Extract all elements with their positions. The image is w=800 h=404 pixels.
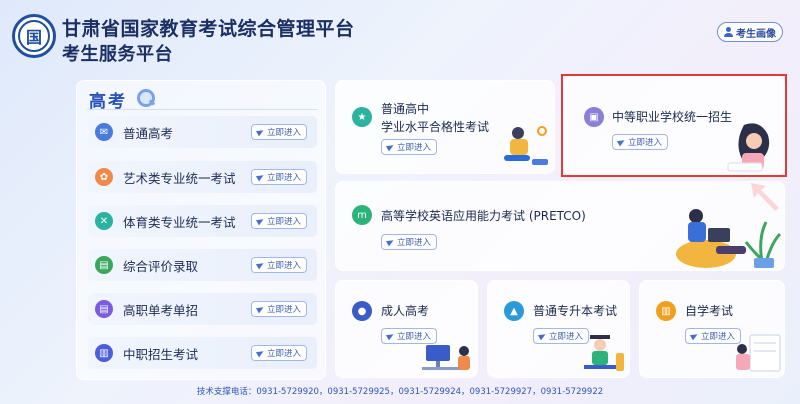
card-title: 成人高考 <box>381 304 430 318</box>
gaokao-item-label: 体育类专业统一考试 <box>123 214 236 230</box>
adult-user-icon: ● <box>352 301 372 321</box>
send-icon <box>539 332 547 340</box>
graduate-icon: ▲ <box>504 301 524 321</box>
sport-icon: ✕ <box>95 212 113 230</box>
enter-label: 立即进入 <box>549 332 584 342</box>
desk-computer-illustration <box>422 345 470 370</box>
send-icon <box>387 143 395 151</box>
send-icon <box>691 332 699 340</box>
send-icon <box>257 261 265 269</box>
graduate-illustration <box>584 335 624 371</box>
self-study-book-icon: ▥ <box>656 301 676 321</box>
candidate-profile-label: 考生画像 <box>736 28 776 40</box>
card-xueye-shuiping[interactable]: ★ 普通高中 学业水平合格性考试 立即进入 <box>335 80 555 174</box>
enter-label: 立即进入 <box>266 217 301 227</box>
enter-label: 立即进入 <box>701 332 736 342</box>
card-zhuanshengben[interactable]: ▲ 普通专升本考试 立即进入 <box>487 280 630 378</box>
card-title: 自学考试 <box>685 304 734 318</box>
gaokao-item-gaozhi[interactable]: ▤ 高职单考单招 立即进入 <box>88 293 317 325</box>
send-icon <box>257 305 265 313</box>
gaokao-panel: 高考 ✉ 普通高考 立即进入 ✿ 艺术类专业统一考试 立即进入 ✕ 体育类专业统… <box>76 80 326 380</box>
candidate-profile-button[interactable]: 考生画像 <box>717 22 783 42</box>
gaokao-item-tiyu[interactable]: ✕ 体育类专业统一考试 立即进入 <box>88 205 317 237</box>
enter-button[interactable]: 立即进入 <box>381 139 438 155</box>
reading-board-illustration <box>736 334 781 372</box>
gaokao-item-zhongzhi[interactable]: ▥ 中职招生考试 立即进入 <box>88 337 317 369</box>
section-divider <box>87 109 317 110</box>
laptop-reading-illustration <box>676 209 782 268</box>
enter-label: 立即进入 <box>266 261 301 271</box>
send-icon <box>257 128 265 136</box>
english-icon: m <box>352 205 372 225</box>
gaokao-item-label: 中职招生考试 <box>123 346 199 362</box>
support-phone-text: 技术支撑电话：0931-5729920，0931-5729925，0931-57… <box>196 387 604 397</box>
gaokao-item-label: 普通高考 <box>123 125 174 141</box>
enter-label: 立即进入 <box>397 143 432 153</box>
card-title: 高等学校英语应用能力考试 (PRETCO) <box>381 209 586 223</box>
send-icon <box>257 217 265 225</box>
enter-button[interactable]: 立即进入 <box>250 345 307 361</box>
send-icon <box>387 332 395 340</box>
card-chengren-gaokao[interactable]: ● 成人高考 立即进入 <box>335 280 478 378</box>
card-pretco[interactable]: m 高等学校英语应用能力考试 (PRETCO) 立即进入 <box>335 181 785 271</box>
mail-icon: ✉ <box>95 123 113 141</box>
card-title: 普通专升本考试 <box>533 304 618 318</box>
site-title: 甘肃省国家教育考试综合管理平台 <box>62 18 355 40</box>
document-icon: ▤ <box>95 256 113 274</box>
highlight-box <box>561 74 787 177</box>
book-icon: ▥ <box>95 344 113 362</box>
send-icon <box>257 349 265 357</box>
gaokao-item-yishu[interactable]: ✿ 艺术类专业统一考试 立即进入 <box>88 161 317 193</box>
logo: 国 <box>12 14 56 58</box>
enter-button[interactable]: 立即进入 <box>250 301 307 317</box>
art-icon: ✿ <box>95 168 113 186</box>
header: 国 甘肃省国家教育考试综合管理平台 考生服务平台 考生画像 <box>0 0 800 72</box>
gaokao-item-label: 高职单考单招 <box>123 302 199 318</box>
enter-button[interactable]: 立即进入 <box>250 169 307 185</box>
enter-label: 立即进入 <box>266 128 301 138</box>
enter-button[interactable]: 立即进入 <box>250 213 307 229</box>
document-icon: ▤ <box>95 300 113 318</box>
send-icon <box>387 238 395 246</box>
user-icon <box>724 27 733 37</box>
card-title-line1: 普通高中 <box>381 102 430 116</box>
enter-button[interactable]: 立即进入 <box>250 124 307 140</box>
gaokao-item-label: 综合评价录取 <box>123 258 199 274</box>
site-subtitle: 考生服务平台 <box>62 44 173 65</box>
enter-label: 立即进入 <box>266 349 301 359</box>
magnifier-decoration-icon <box>133 87 155 109</box>
card-zixue-kaoshi[interactable]: ▥ 自学考试 立即进入 <box>639 280 785 378</box>
enter-button[interactable]: 立即进入 <box>250 257 307 273</box>
gaokao-item-label: 艺术类专业统一考试 <box>123 170 236 186</box>
gaokao-item-zonghe[interactable]: ▤ 综合评价录取 立即进入 <box>88 249 317 281</box>
enter-label: 立即进入 <box>266 173 301 183</box>
send-icon <box>257 173 265 181</box>
enter-button[interactable]: 立即进入 <box>381 234 438 250</box>
student-illustration <box>504 126 548 165</box>
medal-icon: ★ <box>352 107 372 127</box>
enter-label: 立即进入 <box>266 305 301 315</box>
enter-label: 立即进入 <box>397 238 432 248</box>
gaokao-item-putong[interactable]: ✉ 普通高考 立即进入 <box>88 116 317 148</box>
card-title-line2: 学业水平合格性考试 <box>381 120 490 134</box>
logo-emblem-icon: 国 <box>18 20 50 52</box>
